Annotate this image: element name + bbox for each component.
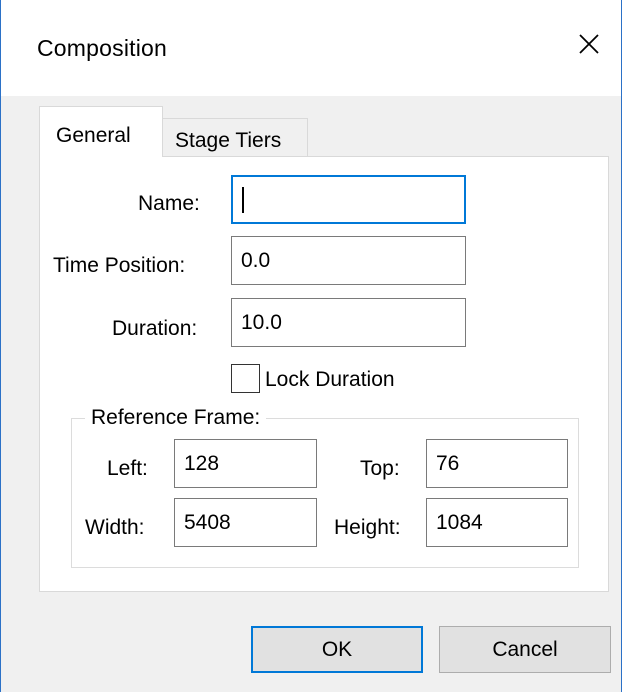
left-field[interactable]: 128 bbox=[174, 439, 317, 488]
top-value: 76 bbox=[436, 452, 460, 475]
name-label: Name: bbox=[138, 192, 200, 215]
tab-stage-tiers-label: Stage Tiers bbox=[175, 129, 282, 152]
left-value: 128 bbox=[184, 452, 220, 475]
tab-general-label: General bbox=[56, 124, 131, 147]
dialog-title: Composition bbox=[37, 35, 168, 61]
lock-duration-label[interactable]: Lock Duration bbox=[265, 368, 395, 392]
top-label: Top: bbox=[360, 457, 400, 480]
duration-field[interactable]: 10.0 bbox=[231, 298, 466, 347]
tab-general[interactable]: General bbox=[39, 106, 163, 157]
composition-dialog: Composition General Stage Tiers Name: Ti… bbox=[0, 0, 622, 692]
reference-frame-legend: Reference Frame: bbox=[85, 406, 267, 430]
time-position-value: 0.0 bbox=[241, 249, 271, 272]
title-bar: Composition bbox=[1, 0, 621, 96]
text-caret bbox=[242, 187, 244, 213]
height-label: Height: bbox=[334, 516, 401, 539]
lock-duration-checkbox[interactable] bbox=[231, 364, 260, 393]
name-field[interactable] bbox=[231, 175, 466, 224]
width-value: 5408 bbox=[184, 511, 231, 534]
duration-value: 10.0 bbox=[241, 311, 282, 334]
cancel-button[interactable]: Cancel bbox=[439, 626, 611, 673]
close-button[interactable] bbox=[575, 30, 603, 58]
ok-button[interactable]: OK bbox=[251, 626, 423, 673]
width-field[interactable]: 5408 bbox=[174, 498, 317, 547]
width-label: Width: bbox=[85, 516, 145, 539]
height-value: 1084 bbox=[436, 511, 483, 534]
time-position-field[interactable]: 0.0 bbox=[231, 236, 466, 285]
left-label: Left: bbox=[107, 457, 148, 480]
tab-stage-tiers[interactable]: Stage Tiers bbox=[162, 118, 308, 156]
height-field[interactable]: 1084 bbox=[426, 498, 568, 547]
duration-label: Duration: bbox=[112, 317, 198, 340]
close-icon bbox=[575, 30, 603, 58]
top-field[interactable]: 76 bbox=[426, 439, 568, 488]
time-position-label: Time Position: bbox=[53, 254, 186, 277]
